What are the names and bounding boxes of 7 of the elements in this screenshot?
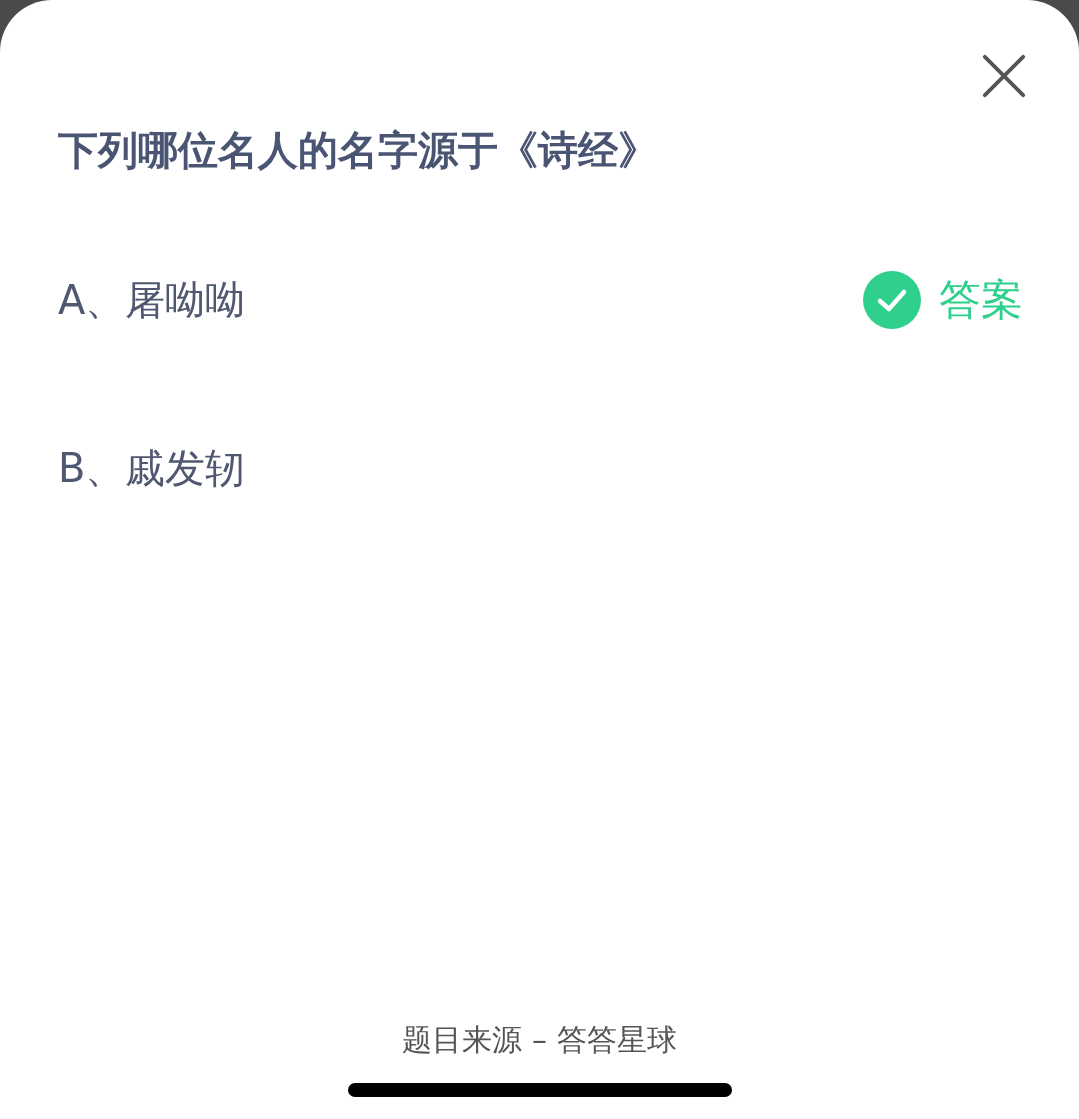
answer-label: 答案 <box>939 274 1023 326</box>
answer-option[interactable]: B、戚发轫 <box>58 440 246 496</box>
check-icon <box>863 271 921 329</box>
answer-option[interactable]: A、屠呦呦 <box>58 272 246 328</box>
source-text: 题目来源 – 答答星球 <box>402 1021 677 1059</box>
close-icon[interactable] <box>982 54 1026 98</box>
question-title: 下列哪位名人的名字源于《诗经》 <box>58 126 659 175</box>
